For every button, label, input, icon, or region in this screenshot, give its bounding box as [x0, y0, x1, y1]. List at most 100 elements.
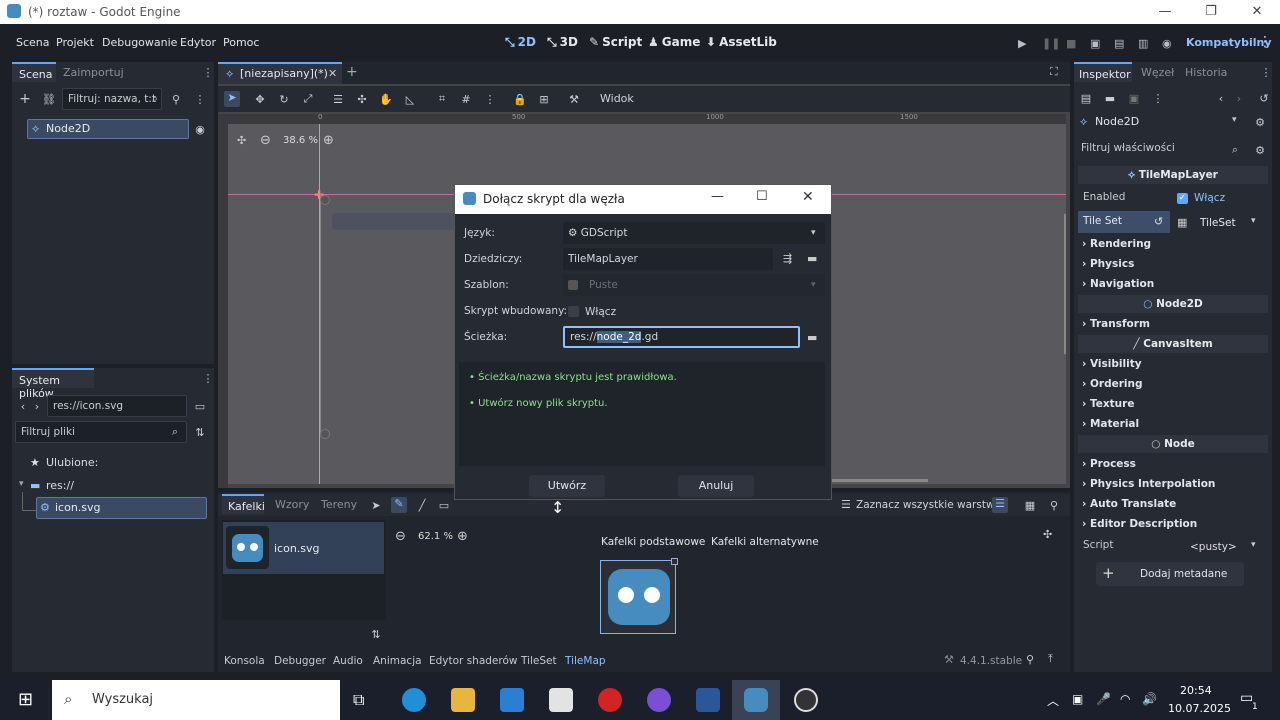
tab-kafelki[interactable]: Kafelki [222, 494, 265, 514]
pan-tool-icon[interactable]: ✋ [378, 91, 394, 107]
rotate-tool-icon[interactable]: ↻ [276, 91, 292, 107]
menu-scena[interactable]: Scena [16, 36, 50, 49]
language-select[interactable]: ⚙ GDScript ▾ [563, 222, 825, 244]
paint-tool-icon[interactable]: ✎ [391, 497, 407, 513]
view-menu[interactable]: Widok [600, 92, 634, 105]
open-resource-icon[interactable]: ▬ [1102, 90, 1118, 106]
opera-icon[interactable] [598, 688, 622, 712]
group-ordering[interactable]: › Ordering [1082, 378, 1143, 390]
select-all-layers[interactable]: Zaznacz wszystkie warstwy [856, 499, 1001, 511]
workspace-2d[interactable]: ⤡ 2D [505, 35, 536, 50]
group-visibility[interactable]: › Visibility [1082, 358, 1142, 370]
volume-icon[interactable]: 🔊 [1142, 692, 1157, 706]
zoom-level[interactable]: 38.6 % [283, 135, 318, 146]
tab-scena[interactable]: Scena [12, 62, 56, 82]
expand-arrow-icon[interactable]: ▾ [19, 479, 24, 489]
script-value[interactable]: <pusty> [1190, 541, 1237, 553]
scene-menu-icon[interactable]: ⋮ [192, 91, 208, 107]
play-scene-icon[interactable]: ▤ [1114, 37, 1124, 50]
builtin-checkbox[interactable] [568, 306, 579, 317]
clock-time[interactable]: 20:54 [1180, 684, 1212, 697]
task-view-icon[interactable]: ⧉ [353, 690, 364, 710]
file-explorer-icon[interactable] [451, 688, 475, 712]
tab-system-plikow[interactable]: System plików [12, 368, 94, 400]
workspace-script[interactable]: ✎ Script [589, 35, 642, 49]
workspace-game[interactable]: ♟ Game [648, 35, 700, 49]
history-back-icon[interactable]: ‹ [1213, 90, 1229, 106]
horizontal-scrollbar[interactable] [828, 479, 928, 482]
menu-edytor[interactable]: Edytor [180, 36, 216, 49]
tray-chevron-icon[interactable]: ︿ [1047, 692, 1059, 709]
windows-start-icon[interactable]: ⊞ [18, 690, 38, 710]
workspace-assetlib[interactable]: ⬇ AssetLib [706, 35, 777, 49]
group-auto-translate[interactable]: › Auto Translate [1082, 498, 1176, 510]
hierarchy-icon[interactable]: ⇶ [783, 252, 792, 265]
edge-icon[interactable] [402, 688, 426, 712]
atlas-center-icon[interactable]: ✣ [1043, 528, 1052, 541]
menu-pomoc[interactable]: Pomoc [223, 36, 259, 49]
history-forward-icon[interactable]: › [1231, 90, 1247, 106]
cancel-button[interactable]: Anuluj [678, 475, 754, 497]
tab-konsola[interactable]: Konsola [224, 655, 265, 667]
group-process[interactable]: › Process [1082, 458, 1136, 470]
tab-inspektor[interactable]: Inspektor [1074, 62, 1132, 82]
new-resource-icon[interactable]: ▤ [1078, 90, 1094, 106]
script-dropdown-icon[interactable]: ▾ [1251, 540, 1256, 550]
tab-wzory[interactable]: Wzory [270, 494, 310, 514]
dock-menu-icon[interactable]: ⋮ [200, 64, 216, 80]
inspector-options-icon[interactable]: ⚙ [1252, 142, 1268, 158]
handle-point[interactable] [320, 429, 330, 439]
ruler-tool-icon[interactable]: ◺ [402, 91, 418, 107]
distraction-free-icon[interactable]: ⛶ [1050, 65, 1058, 79]
browse-folder-icon[interactable]: ▬ [807, 252, 817, 265]
tile-resize-handle[interactable] [671, 558, 678, 565]
atlas-zoom-out-icon[interactable]: ⊖ [395, 529, 406, 544]
path-browse-folder-icon[interactable]: ▬ [807, 331, 817, 344]
clock-date[interactable]: 10.07.2025 [1168, 702, 1231, 715]
snap-options-icon[interactable]: ⋮ [482, 91, 498, 107]
rect-tool-icon[interactable]: ▭ [436, 497, 452, 513]
add-node-icon[interactable]: + [17, 91, 33, 107]
atlas-zoom-level[interactable]: 62.1 % [418, 531, 453, 542]
zoom-out-icon[interactable]: ⊖ [260, 133, 271, 148]
taskbar-search[interactable]: ⌕ Wyszukaj [52, 680, 340, 720]
tab-tilemap[interactable]: TileMap [565, 655, 606, 667]
create-button[interactable]: Utwórz [529, 475, 605, 497]
template-select[interactable]: Puste ▾ [563, 274, 825, 296]
fs-dock-menu-icon[interactable]: ⋮ [200, 370, 216, 386]
tab-animacja[interactable]: Animacja [373, 655, 422, 667]
tab-debugger[interactable]: Debugger [274, 655, 326, 667]
group-material[interactable]: › Material [1082, 418, 1139, 430]
menu-debugowanie[interactable]: Debugowanie [102, 36, 177, 49]
godot-taskbar-active[interactable] [732, 680, 780, 720]
store-icon[interactable] [549, 688, 573, 712]
sort-icon[interactable]: ⇅ [192, 424, 208, 440]
movie-maker-icon[interactable]: ◉ [1162, 37, 1172, 50]
fs-file-icon-svg[interactable]: ⚙ icon.svg [36, 497, 207, 519]
tileset-dropdown-icon[interactable]: ▾ [1251, 216, 1256, 226]
pause-icon[interactable]: ❚❚ [1042, 37, 1060, 50]
favorites-label[interactable]: Ulubione: [46, 456, 98, 469]
grid-snap-icon[interactable]: # [458, 91, 474, 107]
handle-point[interactable] [320, 195, 330, 205]
fs-filter-input[interactable]: Filtruj pliki [15, 421, 187, 443]
grid-view-icon[interactable]: ▦ [1022, 497, 1038, 513]
tray-app-icon[interactable]: ▣ [1072, 692, 1083, 706]
atlas-zoom-in-icon[interactable]: ⊕ [457, 529, 468, 544]
mail-icon[interactable] [500, 688, 524, 712]
builtin-value[interactable]: Włącz [585, 306, 616, 318]
group-rendering[interactable]: › Rendering [1082, 238, 1151, 250]
bone-icon[interactable]: ⚒ [566, 91, 582, 107]
add-metadata-button[interactable]: + Dodaj metadane [1096, 562, 1244, 586]
group-navigation[interactable]: › Navigation [1082, 278, 1154, 290]
play-icon[interactable]: ▶ [1018, 37, 1026, 50]
menu-projekt[interactable]: Projekt [56, 36, 94, 49]
group-physics-interpolation[interactable]: › Physics Interpolation [1082, 478, 1215, 490]
line-tool-icon[interactable]: ╱ [414, 497, 430, 513]
tree-node-node2d[interactable]: ⟡ Node2D [27, 119, 189, 139]
tab-base-tiles[interactable]: Kafelki podstawowe [601, 536, 705, 548]
group-transform[interactable]: › Transform [1082, 318, 1150, 330]
forward-icon[interactable]: › [29, 398, 45, 414]
group-icon[interactable]: ⊞ [536, 91, 552, 107]
tab-wezel[interactable]: Węzeł [1136, 62, 1176, 82]
